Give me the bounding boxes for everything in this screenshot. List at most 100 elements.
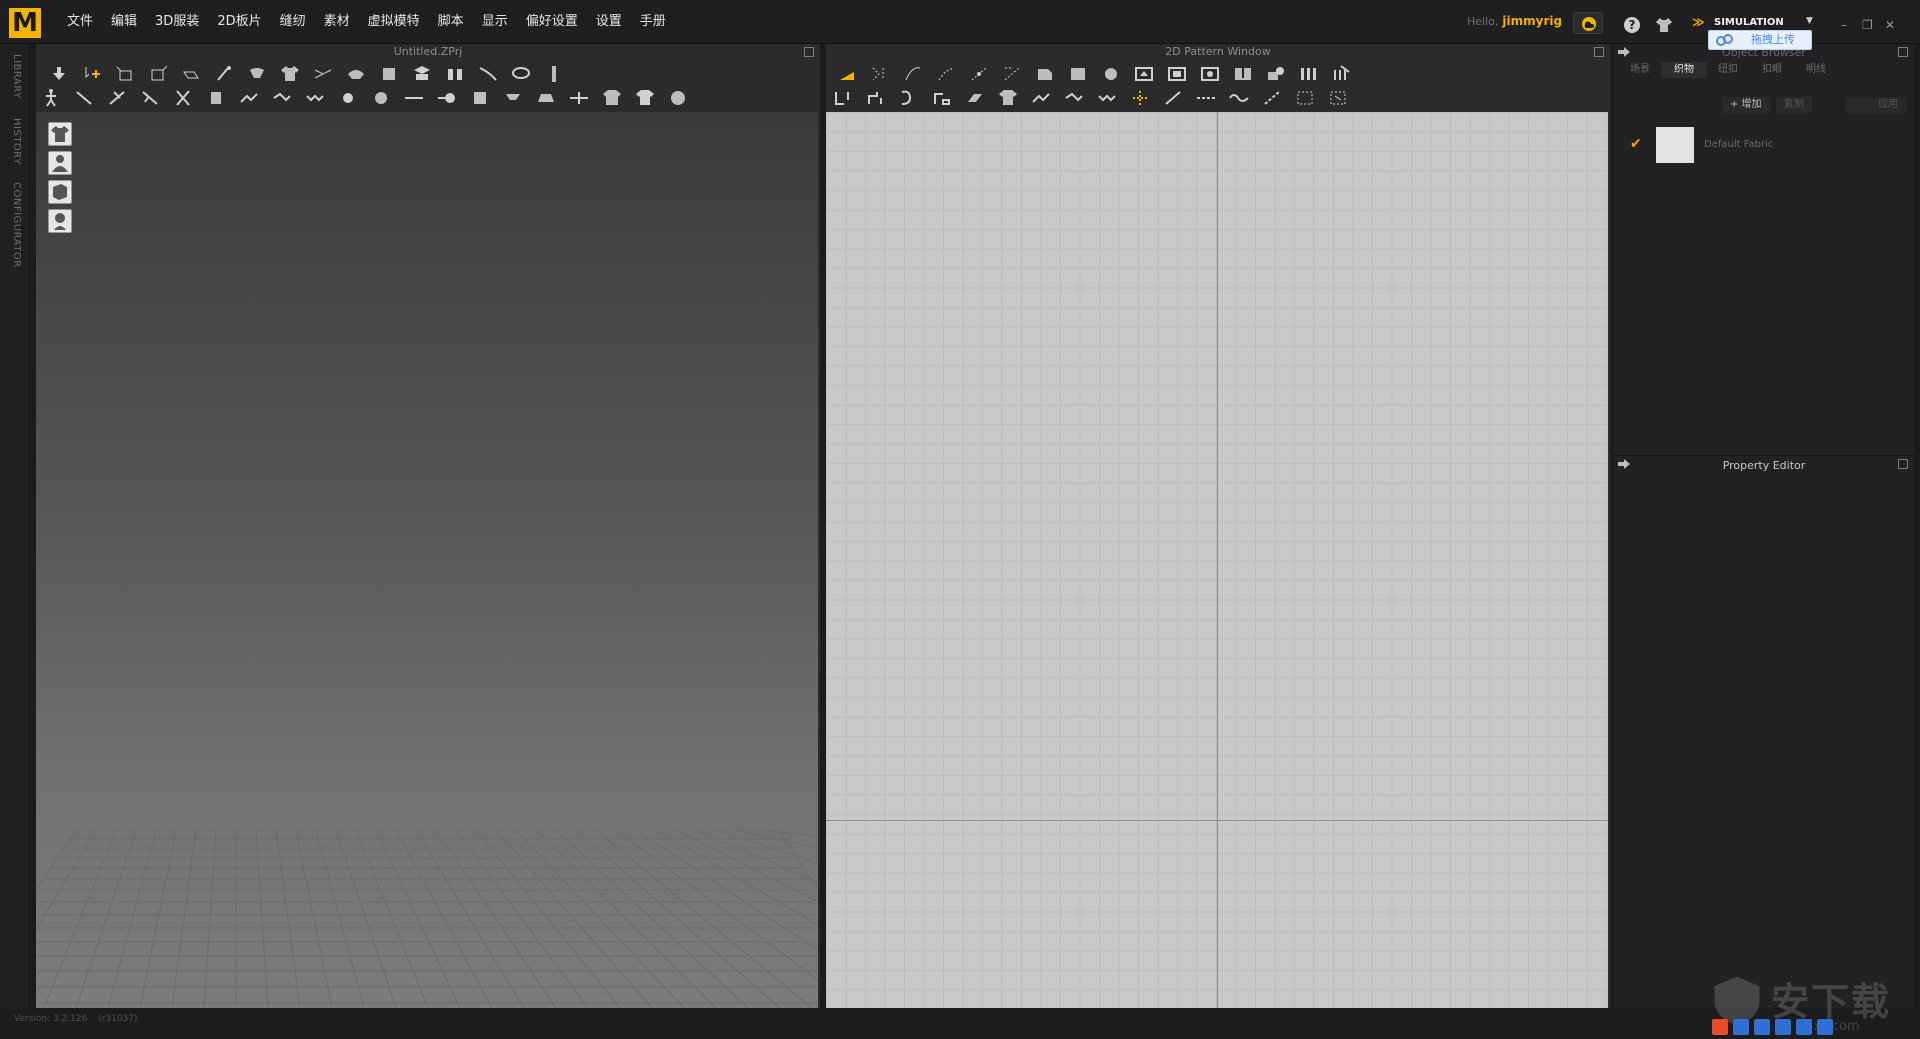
apply-fabric-button[interactable]: 应用 xyxy=(1846,97,1906,113)
rectangle-icon[interactable] xyxy=(1067,64,1089,84)
fabric-list-item[interactable]: ✔ Default Fabric xyxy=(1622,124,1908,166)
texture-icon[interactable] xyxy=(205,88,227,108)
fold-icon[interactable] xyxy=(180,64,202,84)
topstitch-icon[interactable] xyxy=(304,88,326,108)
menu-preferences[interactable]: 偏好设置 xyxy=(517,10,587,34)
curve-point-icon[interactable] xyxy=(935,64,957,84)
graphic-tool-icon[interactable] xyxy=(1327,88,1349,108)
check-sewing-icon[interactable] xyxy=(931,88,953,108)
shirt-tool-icon[interactable] xyxy=(279,64,301,84)
menu-settings[interactable]: 设置 xyxy=(587,10,631,34)
measure-icon[interactable] xyxy=(477,64,499,84)
segment-sewing-2d-icon[interactable] xyxy=(832,88,854,108)
add-fabric-button[interactable]: + 增加 xyxy=(1722,97,1770,113)
transform-pattern-icon[interactable] xyxy=(836,64,858,84)
network-icon[interactable] xyxy=(1796,1019,1812,1035)
minimize-icon[interactable]: – xyxy=(1841,18,1847,32)
button-tool-icon[interactable] xyxy=(238,88,260,108)
refresh-icon[interactable] xyxy=(667,88,689,108)
tab-fabric[interactable]: 织物 xyxy=(1662,62,1706,78)
help-icon[interactable]: ? xyxy=(1624,17,1640,33)
polygon-icon[interactable] xyxy=(1034,64,1056,84)
select-box-icon[interactable] xyxy=(114,64,136,84)
puckering-icon[interactable] xyxy=(337,88,359,108)
free-sew-icon[interactable] xyxy=(106,88,128,108)
keyboard-icon[interactable] xyxy=(1775,1019,1791,1035)
tab-buttonhole[interactable]: 扣眼 xyxy=(1750,62,1794,78)
gizmo-icon[interactable] xyxy=(502,88,524,108)
trace-icon[interactable] xyxy=(1265,64,1287,84)
sewing-direction-icon[interactable] xyxy=(964,88,986,108)
zipper-icon[interactable] xyxy=(370,88,392,108)
add-point-icon[interactable] xyxy=(968,64,990,84)
pleat-fold-icon[interactable] xyxy=(1331,64,1353,84)
steam-icon[interactable] xyxy=(345,64,367,84)
expand-icon[interactable] xyxy=(1898,459,1908,469)
edit-point-icon[interactable] xyxy=(869,64,891,84)
tab-scene[interactable]: 场景 xyxy=(1618,62,1662,78)
expand-icon[interactable] xyxy=(804,47,814,57)
segment-icon[interactable] xyxy=(444,64,466,84)
avatar-body-icon[interactable] xyxy=(48,151,72,175)
menu-edit[interactable]: 编辑 xyxy=(102,10,146,34)
annotation-icon[interactable] xyxy=(1129,88,1151,108)
tab-library[interactable]: LIBRARY xyxy=(11,54,22,99)
pin-icon[interactable] xyxy=(213,64,235,84)
drag-upload-button[interactable]: 拖拽上传 xyxy=(1708,30,1812,50)
chevron-down-icon[interactable]: ▼ xyxy=(1806,16,1813,26)
diagonal-line-icon[interactable] xyxy=(1261,88,1283,108)
buttonhole-2d-icon[interactable] xyxy=(1063,88,1085,108)
2d-pattern-canvas[interactable] xyxy=(826,112,1608,1008)
offset-icon[interactable] xyxy=(1001,64,1023,84)
transform-icon[interactable] xyxy=(147,64,169,84)
internal-polygon-icon[interactable] xyxy=(1133,64,1155,84)
texture-edit-icon[interactable] xyxy=(1294,88,1316,108)
tack-icon[interactable] xyxy=(312,64,334,84)
internal-rectangle-icon[interactable] xyxy=(1166,64,1188,84)
line-tool-icon[interactable] xyxy=(1162,88,1184,108)
menu-file[interactable]: 文件 xyxy=(58,10,102,34)
tab-button[interactable]: 纽扣 xyxy=(1706,62,1750,78)
menu-sewing[interactable]: 缝纫 xyxy=(271,10,315,34)
wave-line-icon[interactable] xyxy=(1228,88,1250,108)
plane-icon[interactable] xyxy=(535,88,557,108)
dashed-line-icon[interactable] xyxy=(1195,88,1217,108)
topstitch-2d-icon[interactable] xyxy=(1096,88,1118,108)
ruler-icon[interactable] xyxy=(543,64,565,84)
menu-manual[interactable]: 手册 xyxy=(631,10,675,34)
select-mesh-icon[interactable] xyxy=(81,64,103,84)
shrink-icon[interactable] xyxy=(378,64,400,84)
tab-history[interactable]: HISTORY xyxy=(11,118,22,165)
tshirt-icon[interactable] xyxy=(634,88,656,108)
align-icon[interactable] xyxy=(568,88,590,108)
menu-script[interactable]: 脚本 xyxy=(429,10,473,34)
3d-viewport[interactable] xyxy=(36,112,818,1008)
cloud-sync-button[interactable] xyxy=(1573,12,1603,34)
shirt-icon[interactable] xyxy=(48,122,72,146)
menu-2d-pattern[interactable]: 2D板片 xyxy=(208,10,270,34)
menu-materials[interactable]: 素材 xyxy=(315,10,359,34)
avatar-head-icon[interactable] xyxy=(48,209,72,233)
menu-3d-garment[interactable]: 3D服装 xyxy=(146,10,208,34)
avatar-pose-icon[interactable] xyxy=(40,88,62,108)
garment-2d-icon[interactable] xyxy=(997,88,1019,108)
copy-fabric-button[interactable]: 复制 xyxy=(1776,97,1812,113)
garment-show-icon[interactable] xyxy=(48,180,72,204)
dart-icon[interactable] xyxy=(1232,64,1254,84)
garment-tool-icon[interactable] xyxy=(1654,16,1674,34)
tab-configurator[interactable]: CONFIGURATOR xyxy=(11,182,22,268)
menu-display[interactable]: 显示 xyxy=(473,10,517,34)
restore-icon[interactable]: ❐ xyxy=(1862,18,1873,32)
segment-sew-icon[interactable] xyxy=(139,88,161,108)
internal-circle-icon[interactable] xyxy=(1199,64,1221,84)
circle-icon[interactable] xyxy=(1100,64,1122,84)
buttonhole-icon[interactable] xyxy=(271,88,293,108)
garment-shape-icon[interactable] xyxy=(601,88,623,108)
tab-topstitch[interactable]: 明线 xyxy=(1794,62,1838,78)
settings-tray-icon[interactable] xyxy=(1754,1019,1770,1035)
windows-icon[interactable] xyxy=(1817,1019,1833,1035)
expand-icon[interactable] xyxy=(1898,47,1908,57)
fold-arrange-icon[interactable] xyxy=(469,88,491,108)
m-n-sewing-icon[interactable] xyxy=(898,88,920,108)
lasso-icon[interactable] xyxy=(510,64,532,84)
